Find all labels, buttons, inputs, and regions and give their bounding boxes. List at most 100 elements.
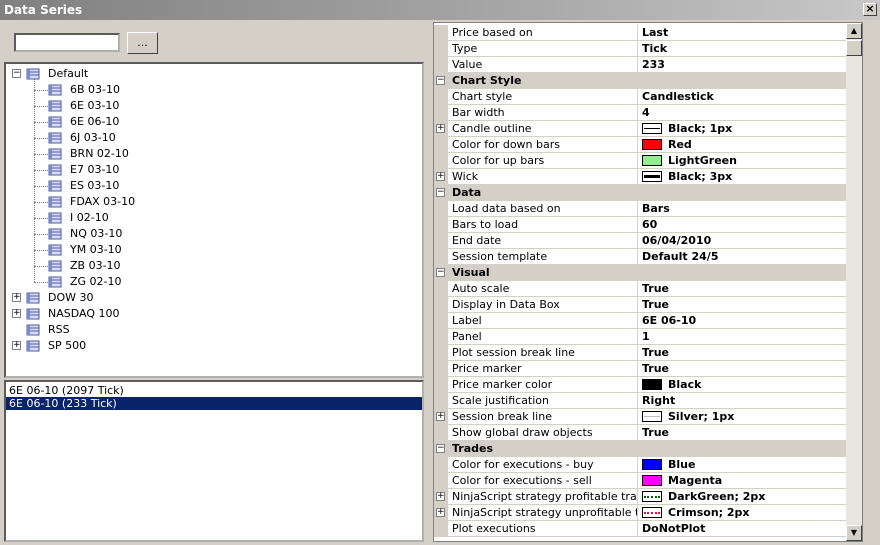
tree-expand-icon[interactable]: + bbox=[12, 341, 21, 350]
pane-splitter[interactable] bbox=[427, 22, 431, 542]
color-swatch-icon bbox=[642, 139, 662, 150]
property-value[interactable]: Black; 3px bbox=[668, 169, 862, 185]
property-value[interactable]: LightGreen bbox=[668, 153, 862, 169]
tree-expand-icon[interactable]: + bbox=[12, 309, 21, 318]
property-row[interactable]: + Candle outline Black; 1px bbox=[434, 121, 846, 137]
property-value[interactable]: Bars bbox=[642, 201, 846, 217]
property-expand-icon[interactable]: + bbox=[436, 412, 445, 421]
property-category[interactable]: − Trades bbox=[434, 441, 846, 457]
tree-expand-icon[interactable]: + bbox=[12, 293, 21, 302]
property-value[interactable]: Crimson; 2px bbox=[668, 505, 862, 521]
property-expand-icon[interactable]: + bbox=[436, 508, 445, 517]
property-row[interactable]: Chart style Candlestick bbox=[434, 89, 846, 105]
property-row[interactable]: Price marker True bbox=[434, 361, 846, 377]
property-expand-icon[interactable]: + bbox=[436, 492, 445, 501]
property-value[interactable]: Red bbox=[668, 137, 862, 153]
property-row[interactable]: Color for executions - sell Magenta bbox=[434, 473, 846, 489]
property-value[interactable]: Tick bbox=[642, 41, 846, 57]
property-value[interactable]: Last bbox=[642, 25, 846, 41]
property-row[interactable]: Auto scale True bbox=[434, 281, 846, 297]
property-gutter bbox=[434, 297, 448, 313]
property-row[interactable]: Plot executions DoNotPlot bbox=[434, 521, 846, 537]
property-value[interactable]: Magenta bbox=[668, 473, 862, 489]
property-value[interactable]: Blue bbox=[668, 457, 862, 473]
color-swatch-icon bbox=[642, 155, 662, 166]
property-row[interactable]: Color for executions - buy Blue bbox=[434, 457, 846, 473]
tree-collapse-icon[interactable]: − bbox=[12, 69, 21, 78]
browse-button[interactable]: ... bbox=[127, 32, 158, 54]
scroll-thumb[interactable] bbox=[846, 40, 862, 56]
property-row[interactable]: End date 06/04/2010 bbox=[434, 233, 846, 249]
close-icon[interactable]: × bbox=[863, 3, 877, 16]
property-value[interactable]: True bbox=[642, 361, 846, 377]
property-value[interactable]: DoNotPlot bbox=[642, 521, 846, 537]
property-row[interactable]: + Wick Black; 3px bbox=[434, 169, 846, 185]
tree-connector bbox=[34, 202, 48, 203]
property-row[interactable]: Price marker color Black bbox=[434, 377, 846, 393]
property-value[interactable]: Silver; 1px bbox=[668, 409, 862, 425]
property-value[interactable]: True bbox=[642, 425, 846, 441]
property-category[interactable]: − Chart Style bbox=[434, 73, 846, 89]
property-grid[interactable]: ▲ ▼ Price based on Last Type Tick Value 233− C… bbox=[433, 22, 863, 542]
property-row[interactable]: Session template Default 24/5 bbox=[434, 249, 846, 265]
property-category[interactable]: − Visual bbox=[434, 265, 846, 281]
property-name: Wick bbox=[452, 169, 638, 185]
property-row[interactable]: Plot session break line True bbox=[434, 345, 846, 361]
property-value[interactable]: 233 bbox=[642, 57, 846, 73]
property-value[interactable]: Black; 1px bbox=[668, 121, 862, 137]
property-value[interactable]: Candlestick bbox=[642, 89, 846, 105]
category-collapse-icon[interactable]: − bbox=[436, 188, 445, 197]
property-value[interactable]: Right bbox=[642, 393, 846, 409]
property-row[interactable]: + Session break line Silver; 1px bbox=[434, 409, 846, 425]
property-row[interactable]: Bars to load 60 bbox=[434, 217, 846, 233]
property-expand-icon[interactable]: + bbox=[436, 124, 445, 133]
category-collapse-icon[interactable]: − bbox=[436, 444, 445, 453]
color-swatch-icon bbox=[642, 507, 662, 518]
property-row[interactable]: Load data based on Bars bbox=[434, 201, 846, 217]
search-input[interactable] bbox=[14, 33, 120, 52]
scroll-up-icon[interactable]: ▲ bbox=[846, 23, 862, 39]
property-value[interactable]: 06/04/2010 bbox=[642, 233, 846, 249]
instrument-tree[interactable]: − Default 6B 03-10 6E 03-10 6E 06-10 6J 03-10… bbox=[4, 62, 424, 378]
property-row[interactable]: Color for down bars Red bbox=[434, 137, 846, 153]
property-value[interactable]: True bbox=[642, 281, 846, 297]
series-list-item[interactable]: 6E 06-10 (2097 Tick) bbox=[6, 384, 422, 397]
property-name: Candle outline bbox=[452, 121, 638, 137]
property-row[interactable]: Bar width 4 bbox=[434, 105, 846, 121]
property-row[interactable]: Panel 1 bbox=[434, 329, 846, 345]
property-value[interactable]: 1 bbox=[642, 329, 846, 345]
property-value[interactable]: True bbox=[642, 345, 846, 361]
property-row[interactable]: Value 233 bbox=[434, 57, 846, 73]
category-collapse-icon[interactable]: − bbox=[436, 76, 445, 85]
property-value[interactable]: Black bbox=[668, 377, 862, 393]
property-name: Bar width bbox=[452, 105, 638, 121]
tree-item-label: DOW 30 bbox=[48, 291, 94, 304]
property-value[interactable]: DarkGreen; 2px bbox=[668, 489, 862, 505]
property-row[interactable]: Color for up bars LightGreen bbox=[434, 153, 846, 169]
property-row[interactable]: Scale justification Right bbox=[434, 393, 846, 409]
property-value[interactable]: True bbox=[642, 297, 846, 313]
property-category[interactable]: − Data bbox=[434, 185, 846, 201]
property-row[interactable]: Price based on Last bbox=[434, 25, 846, 41]
series-list-item[interactable]: 6E 06-10 (233 Tick) bbox=[6, 397, 422, 410]
data-series-list[interactable]: 6E 06-10 (2097 Tick) 6E 06-10 (233 Tick) bbox=[4, 380, 424, 542]
property-value[interactable]: Default 24/5 bbox=[642, 249, 846, 265]
category-collapse-icon[interactable]: − bbox=[436, 268, 445, 277]
property-row[interactable]: Display in Data Box True bbox=[434, 297, 846, 313]
color-swatch-icon bbox=[642, 491, 662, 502]
property-row[interactable]: + NinjaScript strategy profitable trade l… bbox=[434, 489, 846, 505]
property-gutter bbox=[434, 201, 448, 217]
database-icon bbox=[48, 164, 62, 176]
property-value[interactable]: 60 bbox=[642, 217, 846, 233]
database-icon bbox=[26, 68, 40, 80]
property-value[interactable]: 6E 06-10 bbox=[642, 313, 846, 329]
property-name: Session template bbox=[452, 249, 638, 265]
property-value[interactable]: 4 bbox=[642, 105, 846, 121]
property-row[interactable]: Show global draw objects True bbox=[434, 425, 846, 441]
property-row[interactable]: Type Tick bbox=[434, 41, 846, 57]
property-expand-icon[interactable]: + bbox=[436, 172, 445, 181]
category-label: Visual bbox=[452, 266, 490, 279]
property-row[interactable]: + NinjaScript strategy unprofitable trade… bbox=[434, 505, 846, 521]
scroll-down-icon[interactable]: ▼ bbox=[846, 525, 862, 541]
property-row[interactable]: Label 6E 06-10 bbox=[434, 313, 846, 329]
